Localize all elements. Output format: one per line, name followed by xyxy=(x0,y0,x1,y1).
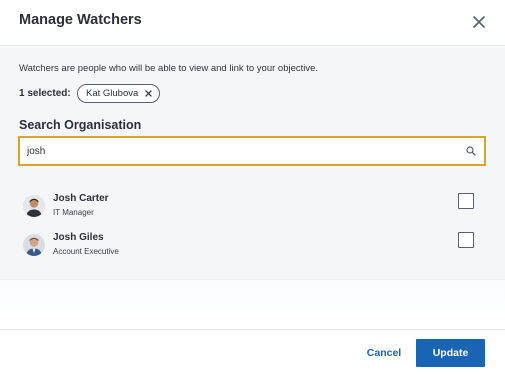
result-name: Josh Carter xyxy=(53,193,109,204)
close-icon[interactable] xyxy=(470,13,488,31)
result-role: Account Executive xyxy=(53,247,119,256)
content-divider xyxy=(0,279,505,329)
dialog-footer: Cancel Update xyxy=(0,329,505,375)
search-input[interactable] xyxy=(20,138,460,164)
dialog-header: Manage Watchers xyxy=(0,0,505,46)
result-name: Josh Giles xyxy=(53,232,104,243)
close-icon[interactable] xyxy=(144,89,153,98)
select-checkbox[interactable] xyxy=(458,232,474,248)
selected-count-label: 1 selected: xyxy=(19,88,71,99)
search-icon[interactable] xyxy=(466,146,476,156)
search-box xyxy=(18,136,486,166)
dialog-body: Watchers are people who will be able to … xyxy=(0,47,505,279)
dialog-title: Manage Watchers xyxy=(19,12,142,28)
avatar xyxy=(23,195,45,217)
description-text: Watchers are people who will be able to … xyxy=(19,63,319,74)
list-item[interactable]: Josh Giles Account Executive xyxy=(19,229,485,265)
cancel-button[interactable]: Cancel xyxy=(360,339,408,366)
update-button[interactable]: Update xyxy=(416,339,485,367)
selected-chip-label: Kat Glubova xyxy=(86,88,139,99)
selected-chip: Kat Glubova xyxy=(77,84,161,103)
list-item[interactable]: Josh Carter IT Manager xyxy=(19,190,485,226)
search-heading: Search Organisation xyxy=(19,118,142,132)
result-role: IT Manager xyxy=(53,208,94,217)
select-checkbox[interactable] xyxy=(458,193,474,209)
avatar xyxy=(23,234,45,256)
